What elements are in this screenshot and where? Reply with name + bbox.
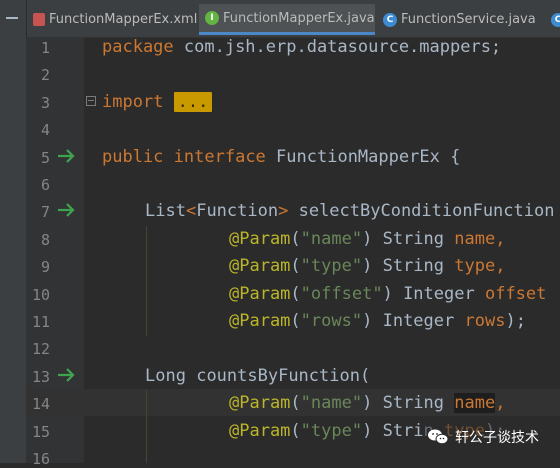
tab-label: FunctionMapperEx.java [223,10,375,26]
line-number: 4 [40,121,50,140]
line-number: 11 [31,313,50,331]
watermark-text: 轩公子谈技术 [455,430,539,446]
code-line-17[interactable]: Long countsByFunction( [145,363,370,390]
code-line-15[interactable]: @Param("rows") Integer rows); [229,308,526,335]
watermark: 轩公子谈技术 [425,423,541,451]
folded-imports-placeholder[interactable]: ... [173,92,213,112]
implemented-by-icon[interactable] [56,202,78,218]
code-line-14[interactable]: @Param("offset") Integer offset [229,281,546,308]
line-number: 7 [40,203,50,222]
selected-identifier[interactable]: name [454,393,496,413]
line-number: 14 [31,395,50,414]
tab-menu-button[interactable] [0,0,27,37]
code-line-9[interactable]: public interface FunctionMapperEx { [102,144,460,171]
editor-tab-bar: FunctionMapperEx.xml × I FunctionMapperE… [0,0,560,38]
indent-guide [146,226,147,336]
code-line-11[interactable]: List<Function> selectByConditionFunction [145,198,554,225]
code-line-3[interactable]: import ... [102,89,213,116]
line-number: 10 [31,285,50,304]
tab-label: FunctionService.java [401,12,536,27]
interface-icon: I [205,11,219,25]
xml-file-icon [33,13,45,26]
tab-label: FunctionMapperEx.xml [49,12,197,27]
tab-functionservice-java[interactable]: C FunctionService.java × [377,4,543,35]
fold-expand-icon[interactable] [86,96,96,106]
line-number: 5 [40,148,50,167]
line-number: 15 [31,422,50,441]
line-number: 16 [31,450,50,468]
line-number: 13 [31,367,50,386]
code-line-1[interactable]: package com.jsh.erp.datasource.mappers; [102,34,501,61]
indent-guide [146,390,147,463]
line-number: 6 [40,176,50,194]
tab-functionmapperex-xml[interactable]: FunctionMapperEx.xml × [27,4,197,35]
wechat-icon [428,429,449,445]
line-number: 12 [31,340,50,359]
line-number: 1 [40,39,50,57]
line-number: 2 [40,66,50,85]
implemented-by-icon[interactable] [56,367,78,383]
class-icon: C [551,12,560,27]
code-line-13[interactable]: @Param("type") String type, [229,253,505,280]
line-number: 3 [40,93,50,112]
line-number: 9 [40,258,50,277]
tab-functionmapperex-java[interactable]: I FunctionMapperEx.java × [199,4,375,35]
implemented-by-icon[interactable] [56,148,78,164]
code-line-12[interactable]: @Param("name") String name, [229,226,505,253]
tab-overflow[interactable]: C [545,4,560,35]
class-icon: C [383,12,397,27]
line-number: 8 [40,230,50,249]
tool-window-strip [0,37,26,463]
code-line-18[interactable]: @Param("name") String name, [229,390,505,417]
